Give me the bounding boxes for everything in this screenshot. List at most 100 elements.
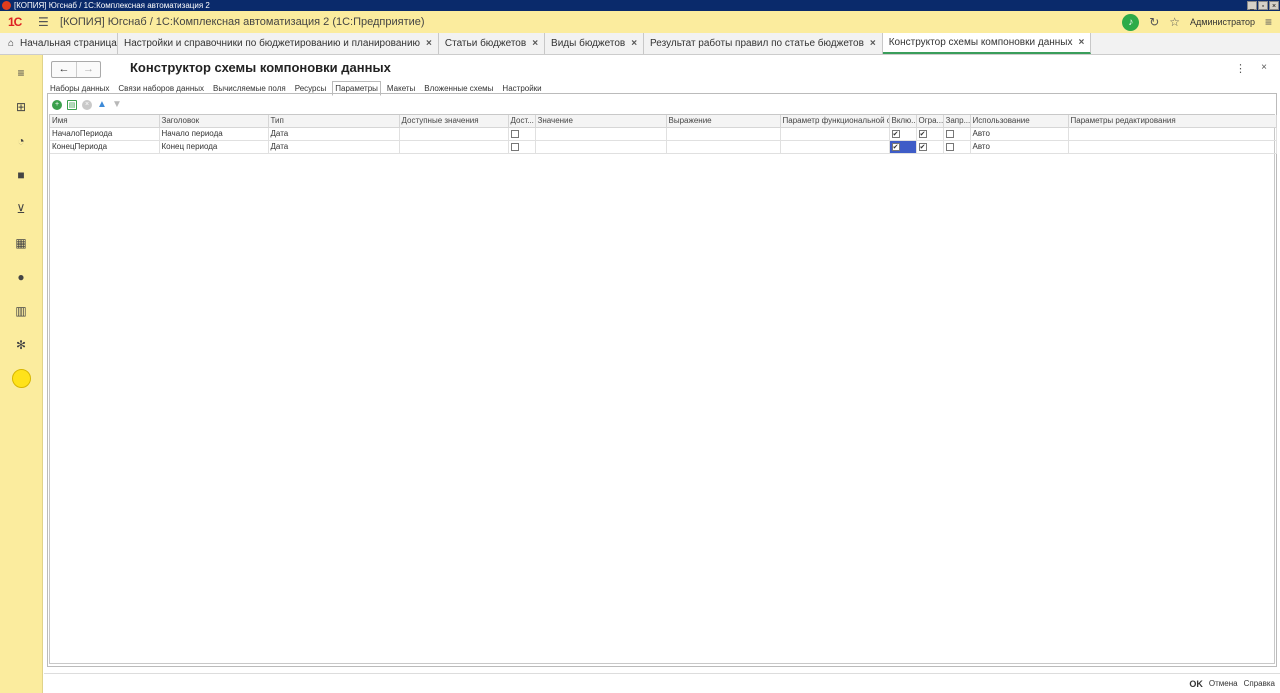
delete-icon[interactable]: × [82, 100, 92, 110]
cell-value[interactable] [535, 140, 667, 154]
cell-available-values[interactable] [399, 127, 509, 141]
column-header[interactable]: Имя [50, 115, 160, 128]
table-row[interactable]: КонецПериода Конец периода Дата ✔ ✔ Авто [50, 140, 1277, 154]
minimize-button[interactable]: _ [1247, 1, 1257, 10]
back-arrow-icon[interactable]: ← [52, 62, 76, 77]
tab-rules-result[interactable]: Результат работы правил по статье бюджет… [644, 33, 883, 54]
main-menu-icon[interactable]: ☰ [38, 15, 52, 29]
close-icon[interactable]: × [870, 38, 876, 49]
checkbox[interactable] [510, 142, 519, 151]
cell-expression[interactable] [666, 127, 781, 141]
cell-func-param[interactable] [780, 127, 890, 141]
pie-chart-icon[interactable]: ◔ [13, 133, 29, 149]
parameters-grid: Имя Заголовок Тип Доступные значения Дос… [49, 114, 1277, 664]
forward-arrow-icon[interactable]: → [76, 62, 100, 77]
notifications-bell-icon[interactable]: ♪ [1122, 13, 1140, 31]
checkbox[interactable] [510, 129, 519, 138]
cell-dost[interactable] [508, 140, 536, 154]
cell-usage[interactable]: Авто [970, 140, 1069, 154]
cell-title[interactable]: Конец периода [159, 140, 269, 154]
schema-designer-form: ← → Конструктор схемы компоновки данных … [44, 55, 1280, 671]
cancel-button[interactable]: Отмена [1209, 679, 1238, 688]
history-icon[interactable]: ↻ [1149, 15, 1159, 29]
checkbox[interactable] [945, 142, 954, 151]
cell-name[interactable]: КонецПериода [50, 140, 160, 154]
cell-restrict[interactable]: ✔ [916, 140, 944, 154]
column-header[interactable]: Значение [535, 115, 667, 128]
column-header[interactable]: Дост... [508, 115, 536, 128]
grid-header: Имя Заголовок Тип Доступные значения Дос… [50, 115, 1277, 128]
more-actions-icon[interactable]: ⋮ [1235, 62, 1246, 75]
checkbox-checked[interactable]: ✔ [918, 142, 927, 151]
column-header[interactable]: Параметры редактирования [1068, 115, 1277, 128]
warehouse-icon[interactable]: ▦ [13, 235, 29, 251]
cell-func-param[interactable] [780, 140, 890, 154]
tab-budget-types[interactable]: Виды бюджетов × [545, 33, 645, 54]
checkbox-checked[interactable]: ✔ [918, 129, 927, 138]
tab-home[interactable]: ⌂ Начальная страница [0, 33, 118, 54]
cell-dost[interactable] [508, 127, 536, 141]
tab-budget-settings[interactable]: Настройки и справочники по бюджетировани… [118, 33, 439, 54]
settings-menu-icon[interactable]: ≡ [1265, 15, 1272, 29]
cell-available-values[interactable] [399, 140, 509, 154]
checkbox-checked[interactable]: ✔ [891, 142, 900, 151]
logo: 1С [8, 15, 22, 29]
column-header[interactable]: Параметр функциональной о... [780, 115, 890, 128]
cell-usage[interactable]: Авто [970, 127, 1069, 141]
cell-restrict[interactable]: ✔ [916, 127, 944, 141]
ruble-icon[interactable]: ● [13, 269, 29, 285]
cart-icon[interactable]: ⊻ [13, 201, 29, 217]
bar-chart-icon[interactable]: ▥ [13, 303, 29, 319]
close-form-icon[interactable]: × [1261, 62, 1267, 73]
page-title: Конструктор схемы компоновки данных [130, 60, 391, 75]
circle-icon[interactable] [12, 369, 31, 388]
cell-forbid[interactable] [943, 127, 971, 141]
table-row[interactable]: НачалоПериода Начало периода Дата ✔ ✔ Ав… [50, 127, 1277, 141]
cell-value[interactable] [535, 127, 667, 141]
window-title: [КОПИЯ] Югснаб / 1С:Комплексная автомати… [14, 1, 210, 10]
tab-schema-designer[interactable]: Конструктор схемы компоновки данных × [882, 33, 1092, 54]
org-chart-icon[interactable]: ⊞ [13, 99, 29, 115]
cell-edit-params[interactable] [1068, 127, 1277, 141]
tab-budget-items[interactable]: Статьи бюджетов × [439, 33, 546, 54]
menu-icon[interactable]: ≡ [13, 65, 29, 81]
column-header[interactable]: Использование [970, 115, 1069, 128]
restore-button[interactable]: ▫ [1258, 1, 1268, 10]
user-name[interactable]: Администратор [1190, 17, 1255, 27]
column-header[interactable]: Вклю... [889, 115, 917, 128]
move-down-icon[interactable]: ▼ [112, 100, 122, 110]
cell-include-selected[interactable]: ✔ [889, 140, 917, 154]
checkbox[interactable] [945, 129, 954, 138]
add-icon[interactable]: + [52, 100, 62, 110]
close-icon[interactable]: × [426, 38, 432, 49]
cell-forbid[interactable] [943, 140, 971, 154]
os-title-bar: [КОПИЯ] Югснаб / 1С:Комплексная автомати… [0, 0, 1280, 11]
cell-expression[interactable] [666, 140, 781, 154]
copy-icon[interactable]: ▤ [67, 100, 77, 110]
column-header[interactable]: Заголовок [159, 115, 269, 128]
column-header[interactable]: Запр... [943, 115, 971, 128]
close-icon[interactable]: × [631, 38, 637, 49]
home-icon: ⌂ [8, 38, 15, 49]
gear-icon[interactable]: ✻ [13, 337, 29, 353]
bag-icon[interactable]: ■ [13, 167, 29, 183]
cell-include[interactable]: ✔ [889, 127, 917, 141]
cell-type[interactable]: Дата [268, 127, 400, 141]
checkbox-checked[interactable]: ✔ [891, 129, 900, 138]
help-button[interactable]: Справка [1244, 679, 1275, 688]
column-header[interactable]: Тип [268, 115, 400, 128]
favorites-star-icon[interactable]: ☆ [1169, 15, 1180, 29]
column-header[interactable]: Огра... [916, 115, 944, 128]
column-header[interactable]: Доступные значения [399, 115, 509, 128]
cell-edit-params[interactable] [1068, 140, 1277, 154]
move-up-icon[interactable]: ▲ [97, 100, 107, 110]
close-icon[interactable]: × [1078, 37, 1084, 48]
cell-title[interactable]: Начало периода [159, 127, 269, 141]
cell-name[interactable]: НачалоПериода [50, 127, 160, 141]
tab-label: Результат работы правил по статье бюджет… [650, 38, 864, 49]
cell-type[interactable]: Дата [268, 140, 400, 154]
close-icon[interactable]: × [532, 38, 538, 49]
ok-button[interactable]: OK [1189, 679, 1203, 689]
column-header[interactable]: Выражение [666, 115, 781, 128]
close-window-button[interactable]: × [1269, 1, 1279, 10]
